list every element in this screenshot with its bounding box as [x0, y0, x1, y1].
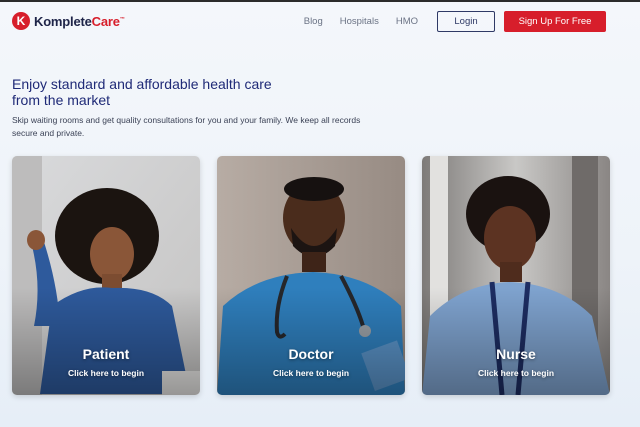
doctor-card-cta[interactable]: Click here to begin	[217, 368, 405, 378]
brand-name: KompleteCare™	[34, 14, 125, 29]
signup-button[interactable]: Sign Up For Free	[504, 11, 606, 32]
doctor-card[interactable]: Doctor Click here to begin	[217, 156, 405, 395]
brand-name-main: Komplete	[34, 13, 92, 29]
hero-title: Enjoy standard and affordable health car…	[12, 76, 272, 108]
nurse-card-cta[interactable]: Click here to begin	[422, 368, 610, 378]
patient-card-title: Patient	[82, 346, 130, 362]
nurse-card-title: Nurse	[496, 346, 536, 362]
login-button[interactable]: Login	[437, 11, 495, 32]
nav-link-hmo[interactable]: HMO	[396, 16, 418, 27]
brand-name-accent: Care	[91, 13, 120, 29]
site-header: K KompleteCare™ Blog Hospitals HMO Login…	[0, 2, 640, 42]
logo-k-icon: K	[12, 12, 30, 30]
hero-subtitle: Skip waiting rooms and get quality consu…	[12, 115, 361, 138]
main-nav: Blog Hospitals HMO Login Sign Up For Fre…	[304, 11, 606, 32]
patient-card-cta[interactable]: Click here to begin	[12, 368, 200, 378]
nav-link-hospitals[interactable]: Hospitals	[340, 16, 379, 27]
patient-card[interactable]: Patient Click here to begin	[12, 156, 200, 395]
nav-link-blog[interactable]: Blog	[304, 16, 323, 27]
svg-text:K: K	[17, 14, 26, 28]
nurse-card[interactable]: Nurse Click here to begin	[422, 156, 610, 395]
doctor-card-title: Doctor	[288, 346, 334, 362]
brand-trademark: ™	[119, 16, 125, 23]
brand-logo[interactable]: K KompleteCare™	[12, 12, 125, 30]
